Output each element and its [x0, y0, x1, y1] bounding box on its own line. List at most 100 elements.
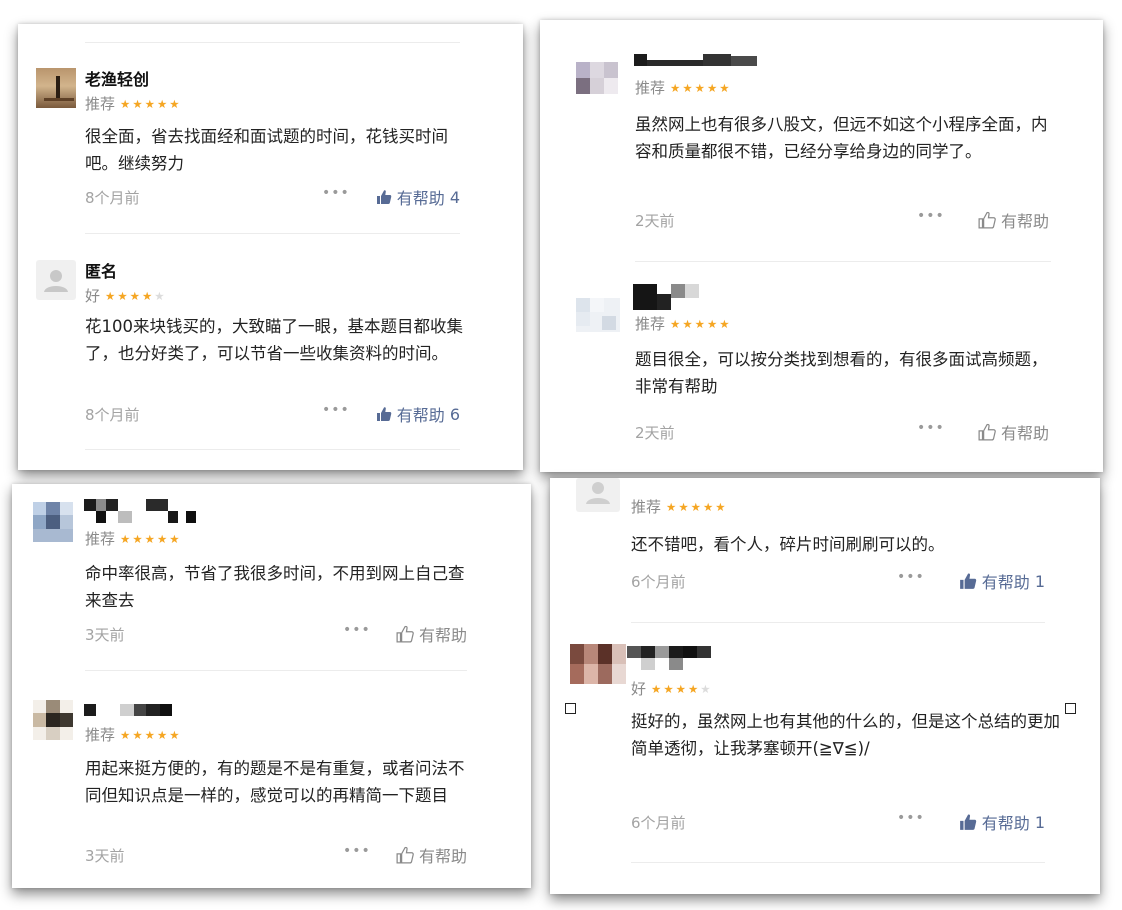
- rating-label: 推荐: [85, 95, 116, 113]
- star-filled-icon: ★: [169, 531, 180, 546]
- review-item: 推荐 ★ ★ ★ ★ ★ 命中率很高，节省了我很多时间，不用到网上自己查来查去 3天前 …: [12, 496, 531, 666]
- star-filled-icon: ★: [132, 96, 143, 111]
- divider: [631, 622, 1045, 623]
- review-time: 2天前: [635, 212, 675, 230]
- star-filled-icon: ★: [132, 727, 143, 742]
- review-text: 很全面，省去找面经和面试题的时间，花钱买时间吧。继续努力: [85, 127, 448, 173]
- review-text: 命中率很高，节省了我很多时间，不用到网上自己查来查去: [85, 564, 465, 610]
- thumbs-up-icon: [959, 573, 976, 589]
- star-filled-icon: ★: [156, 96, 168, 111]
- review-item: 好 ★ ★ ★ ★ ★ 挺好的，虽然网上也有其他的什么的，但是这个总结的更加简单透彻，让…: [550, 644, 1100, 874]
- review-item: 推荐 ★ ★ ★ ★ ★ 虽然网上也有很多八股文，但远不如这个小程序全面，内容和质量都很…: [540, 46, 1103, 246]
- helpful-count: 1: [1034, 571, 1045, 591]
- helpful-button[interactable]: 有帮助: [396, 843, 467, 867]
- divider: [85, 449, 460, 450]
- avatar[interactable]: [33, 502, 73, 542]
- star-filled-icon: ★: [120, 727, 131, 742]
- helpful-button[interactable]: 有帮助 6: [376, 402, 460, 426]
- avatar[interactable]: [576, 62, 618, 94]
- more-options-icon[interactable]: •••: [897, 569, 925, 585]
- rating-row: 推荐 ★ ★ ★ ★ ★: [635, 313, 732, 334]
- rating-label: 好: [631, 680, 647, 698]
- meta-row: 8个月前 ••• 有帮助 4: [85, 185, 460, 209]
- review-time: 2天前: [635, 424, 675, 442]
- more-options-icon[interactable]: •••: [343, 843, 371, 859]
- divider: [85, 42, 460, 43]
- star-filled-icon: ★: [120, 96, 131, 111]
- more-options-icon[interactable]: •••: [897, 810, 925, 826]
- review-text: 还不错吧，看个人，碎片时间刷刷可以的。: [631, 535, 945, 554]
- divider: [631, 862, 1045, 863]
- reviewer-name-blurred[interactable]: [84, 499, 200, 525]
- reviewer-name-blurred[interactable]: [84, 702, 192, 716]
- rating-row: 好 ★ ★ ★ ★ ★: [85, 285, 167, 306]
- avatar[interactable]: [576, 478, 620, 512]
- rating-label: 好: [85, 287, 101, 305]
- avatar[interactable]: [36, 260, 76, 300]
- rating-label: 推荐: [635, 315, 666, 333]
- helpful-button[interactable]: 有帮助 1: [959, 569, 1045, 593]
- rating-label: 推荐: [85, 726, 116, 744]
- helpful-count: 6: [449, 404, 460, 424]
- star-filled-icon: ★: [141, 288, 153, 303]
- reviewer-name-blurred[interactable]: [633, 284, 703, 310]
- avatar[interactable]: [570, 644, 626, 684]
- divider: [85, 233, 460, 234]
- review-item: 老渔轻创 推荐 ★ ★ ★ ★ ★ 很全面，省去找面经和面试题的时间，花钱买时间吧。继续…: [18, 64, 523, 244]
- helpful-label: 有帮助: [1000, 212, 1049, 231]
- rating-row: 好 ★ ★ ★ ★ ★: [631, 678, 713, 699]
- star-filled-icon: ★: [694, 80, 705, 95]
- selection-handle-left[interactable]: [565, 703, 576, 714]
- review-time: 3天前: [85, 626, 125, 644]
- helpful-button[interactable]: 有帮助: [978, 208, 1049, 232]
- review-panel: 推荐 ★ ★ ★ ★ ★ 虽然网上也有很多八股文，但远不如这个小程序全面，内容和质量都很…: [540, 20, 1103, 472]
- star-rating: ★ ★ ★ ★ ★: [670, 318, 732, 330]
- reviewer-name-blurred[interactable]: [627, 646, 711, 672]
- star-rating: ★ ★ ★ ★ ★: [120, 98, 182, 110]
- rating-row: 推荐 ★ ★ ★ ★ ★: [635, 77, 732, 98]
- star-filled-icon: ★: [687, 681, 699, 696]
- helpful-label: 有帮助: [1000, 424, 1049, 443]
- helpful-button[interactable]: 有帮助: [396, 622, 467, 646]
- review-time: 3天前: [85, 847, 125, 865]
- review-time: 6个月前: [631, 573, 686, 591]
- star-filled-icon: ★: [675, 681, 686, 696]
- review-text: 虽然网上也有很多八股文，但远不如这个小程序全面，内容和质量都很不错，已经分享给身…: [635, 115, 1048, 161]
- more-options-icon[interactable]: •••: [343, 622, 371, 638]
- star-filled-icon: ★: [156, 727, 168, 742]
- meta-row: 6个月前 ••• 有帮助 1: [631, 810, 1045, 834]
- rating-row: 推荐 ★ ★ ★ ★ ★: [85, 528, 182, 549]
- rating-row: 推荐 ★ ★ ★ ★ ★: [85, 724, 182, 745]
- meta-row: 2天前 ••• 有帮助: [635, 420, 1049, 444]
- star-filled-icon: ★: [132, 531, 143, 546]
- thumbs-up-icon: [396, 625, 414, 643]
- more-options-icon[interactable]: •••: [322, 185, 350, 201]
- helpful-button[interactable]: 有帮助: [978, 420, 1049, 444]
- more-options-icon[interactable]: •••: [917, 208, 945, 224]
- reviewer-name[interactable]: 老渔轻创: [85, 66, 149, 90]
- star-filled-icon: ★: [144, 531, 155, 546]
- reviewer-name-blurred[interactable]: [634, 54, 760, 66]
- review-panel: 老渔轻创 推荐 ★ ★ ★ ★ ★ 很全面，省去找面经和面试题的时间，花钱买时间吧。继续…: [18, 24, 523, 470]
- helpful-button[interactable]: 有帮助 4: [376, 185, 460, 209]
- review-item: 推荐 ★ ★ ★ ★ ★ 题目很全，可以按分类找到想看的，有很多面试高频题，非常有帮助 …: [540, 284, 1103, 464]
- more-options-icon[interactable]: •••: [917, 420, 945, 436]
- more-options-icon[interactable]: •••: [322, 402, 350, 418]
- helpful-count: 4: [449, 187, 460, 207]
- meta-row: 8个月前 ••• 有帮助 6: [85, 402, 460, 426]
- helpful-button[interactable]: 有帮助 1: [959, 810, 1045, 834]
- star-filled-icon: ★: [144, 727, 155, 742]
- rating-label: 推荐: [631, 498, 662, 516]
- review-panel: 推荐 ★ ★ ★ ★ ★ 命中率很高，节省了我很多时间，不用到网上自己查来查去 3天前 …: [12, 484, 531, 888]
- meta-row: 2天前 ••• 有帮助: [635, 208, 1049, 232]
- selection-handle-right[interactable]: [1065, 703, 1076, 714]
- reviewer-name[interactable]: 匿名: [85, 258, 117, 282]
- star-filled-icon: ★: [651, 681, 662, 696]
- avatar[interactable]: [576, 298, 620, 332]
- avatar[interactable]: [36, 68, 76, 108]
- star-filled-icon: ★: [169, 96, 180, 111]
- star-empty-icon: ★: [700, 681, 711, 696]
- rating-label: 推荐: [85, 530, 116, 548]
- star-rating: ★ ★ ★ ★ ★: [120, 729, 182, 741]
- avatar[interactable]: [33, 700, 73, 740]
